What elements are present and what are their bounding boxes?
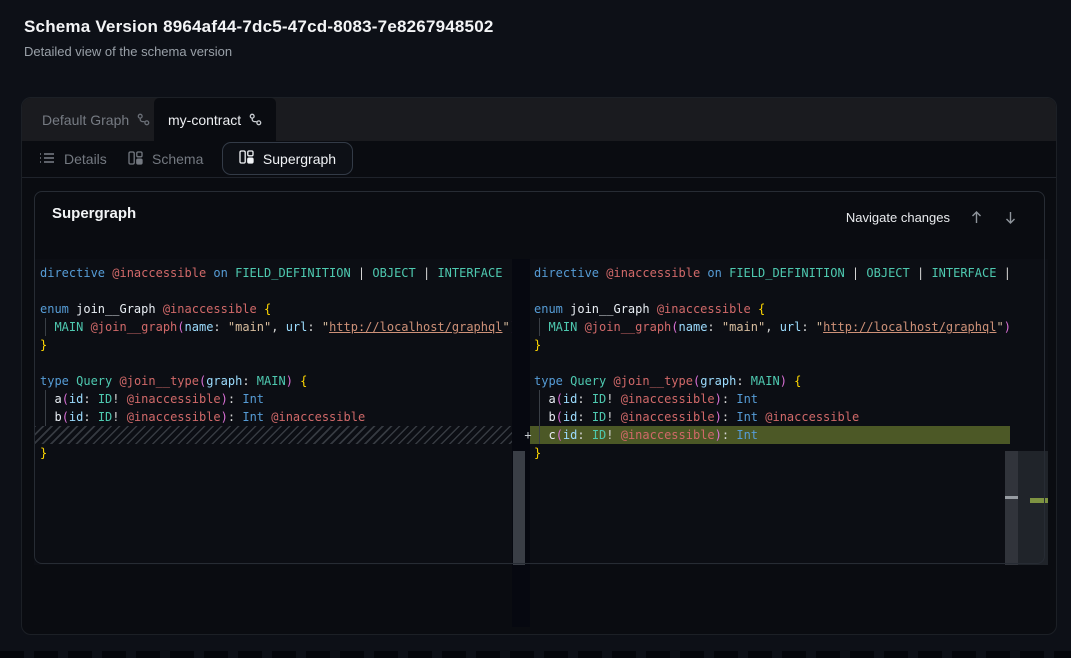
- code-line: a(id: ID! @inaccessible): Int: [534, 390, 1010, 408]
- diff-pane-original[interactable]: directive @inaccessible on FIELD_DEFINIT…: [34, 259, 512, 565]
- tab-label: my-contract: [168, 112, 241, 128]
- code-line: [40, 282, 512, 300]
- code-line: directive @inaccessible on FIELD_DEFINIT…: [534, 264, 1010, 282]
- arrow-down-icon: [1003, 213, 1018, 228]
- diff-pane-modified[interactable]: directive @inaccessible on FIELD_DEFINIT…: [530, 259, 1010, 565]
- panel-title: Supergraph: [52, 205, 136, 222]
- variant-tabstrip: Default Graph my-contract: [22, 98, 1056, 141]
- bottom-dashed-divider: [0, 651, 1071, 658]
- toolbar-label: Schema: [152, 151, 203, 167]
- code-line: }: [534, 444, 1010, 462]
- page-subtitle: Detailed view of the schema version: [24, 44, 232, 59]
- code-line: a(id: ID! @inaccessible): Int: [40, 390, 512, 408]
- code-line: type Query @join__type(graph: MAIN) {: [40, 372, 512, 390]
- overview-ruler-mark-gray: [1005, 496, 1018, 499]
- divider: [22, 177, 1056, 178]
- code-line: }: [534, 336, 1010, 354]
- code-line: [40, 354, 512, 372]
- variant-fork-icon: [137, 113, 150, 126]
- schema-version-card: Default Graph my-contract: [21, 97, 1057, 635]
- split-panel-icon: [239, 150, 254, 167]
- diff-editor: directive @inaccessible on FIELD_DEFINIT…: [34, 259, 1048, 565]
- indent-guide: [45, 390, 46, 426]
- code-line: c(id: ID! @inaccessible): Int: [530, 426, 1010, 444]
- minimap-slider[interactable]: [1018, 451, 1048, 565]
- code-line: }: [40, 444, 512, 462]
- overview-ruler-mark-green: [1030, 498, 1048, 503]
- split-panel-icon: [128, 151, 143, 168]
- navigate-changes: Navigate changes: [846, 210, 1018, 225]
- indent-guide: [45, 318, 46, 336]
- code-link[interactable]: http://localhost/graphql: [329, 320, 502, 334]
- toolbar-label: Supergraph: [263, 151, 336, 167]
- code-line: b(id: ID! @inaccessible): Int @inaccessi…: [40, 408, 512, 426]
- code-link[interactable]: http://localhost/graphql: [823, 320, 996, 334]
- code-line: enum join__Graph @inaccessible {: [40, 300, 512, 318]
- navigate-changes-label: Navigate changes: [846, 210, 950, 225]
- navigate-previous-button[interactable]: [969, 210, 984, 225]
- arrow-up-icon: [969, 213, 984, 228]
- left-scrollbar[interactable]: [513, 451, 525, 565]
- navigate-next-button[interactable]: [1003, 210, 1018, 225]
- toolbar-label: Details: [64, 151, 107, 167]
- code-line: b(id: ID! @inaccessible): Int @inaccessi…: [534, 408, 1010, 426]
- code-line: MAIN @join__graph(name: "main", url: "ht…: [534, 318, 1010, 336]
- diff-filler-line: [34, 426, 512, 444]
- insert-plus-marker: +: [520, 426, 536, 444]
- tab-my-contract[interactable]: my-contract: [154, 98, 276, 141]
- code-line: type Query @join__type(graph: MAIN) {: [534, 372, 1010, 390]
- tab-schema[interactable]: Schema: [124, 141, 207, 177]
- tab-default-graph[interactable]: Default Graph: [28, 98, 164, 141]
- code-line: }: [40, 336, 512, 354]
- tab-label: Default Graph: [42, 112, 129, 128]
- code-line: [534, 354, 1010, 372]
- tab-supergraph[interactable]: Supergraph: [222, 142, 353, 175]
- indent-guide: [539, 390, 540, 444]
- code-line: directive @inaccessible on FIELD_DEFINIT…: [40, 264, 512, 282]
- code-line: [534, 282, 1010, 300]
- code-line: MAIN @join__graph(name: "main", url: "ht…: [40, 318, 512, 336]
- tab-details[interactable]: Details: [35, 141, 111, 177]
- indent-guide: [539, 318, 540, 336]
- code-line: enum join__Graph @inaccessible {: [534, 300, 1010, 318]
- variant-fork-icon: [249, 113, 262, 126]
- page-title: Schema Version 8964af44-7dc5-47cd-8083-7…: [24, 17, 494, 37]
- list-icon: [39, 151, 55, 168]
- right-scrollbar[interactable]: [1005, 451, 1018, 565]
